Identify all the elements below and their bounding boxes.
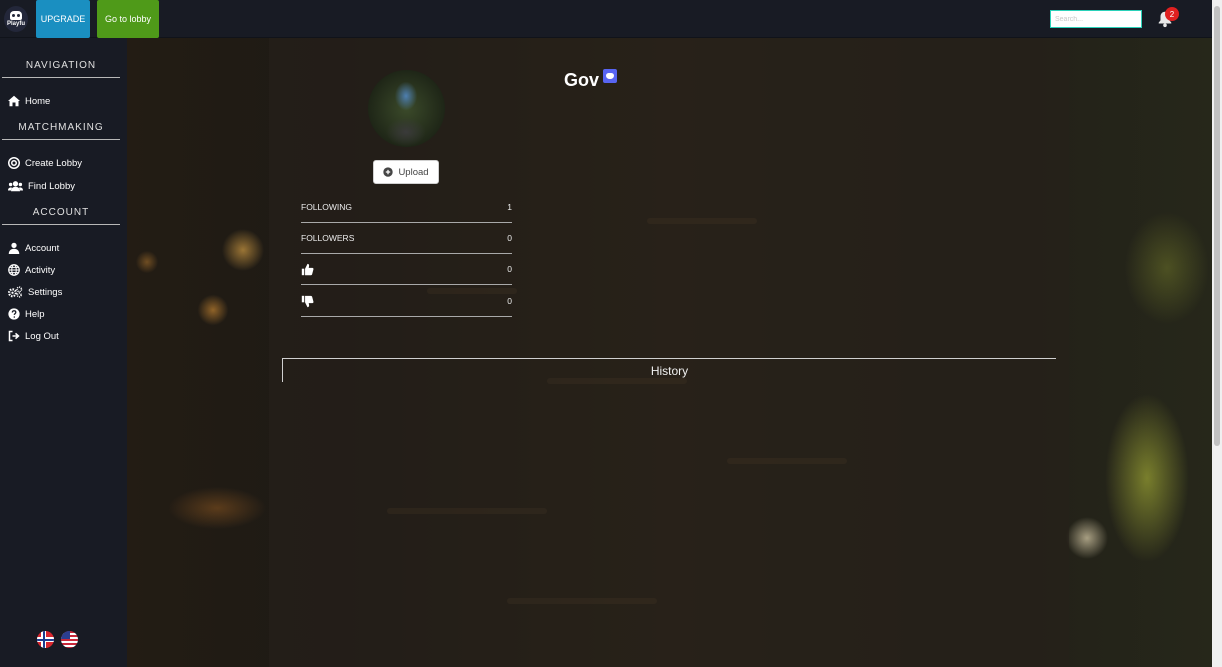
plus-circle-icon <box>383 167 394 177</box>
cogs-icon <box>8 286 23 298</box>
stat-row-likes: 0 <box>301 254 512 285</box>
sidebar-item-label: Create Lobby <box>25 157 83 169</box>
stat-value: 1 <box>507 202 512 212</box>
upgrade-button[interactable]: UPGRADE <box>36 0 90 38</box>
sidebar-item-account[interactable]: Account <box>8 240 59 256</box>
sidebar-item-find-lobby[interactable]: Find Lobby <box>8 178 75 194</box>
sidebar-item-help[interactable]: Help <box>8 306 45 322</box>
sidebar-item-log-out[interactable]: Log Out <box>8 328 59 344</box>
user-icon <box>8 242 20 254</box>
stat-value: 0 <box>507 296 512 306</box>
upload-label: Upload <box>398 166 429 178</box>
logo-text: Playfu <box>6 21 25 27</box>
sidebar-item-settings[interactable]: Settings <box>8 284 62 300</box>
usa-flag-icon[interactable] <box>61 631 78 648</box>
stat-value: 0 <box>507 264 512 274</box>
users-icon <box>8 181 23 192</box>
upload-button[interactable]: Upload <box>373 160 439 184</box>
sidebar-item-label: Find Lobby <box>28 180 76 192</box>
thumbs-up-icon <box>301 263 314 275</box>
sidebar-item-activity[interactable]: Activity <box>8 262 55 278</box>
gamepad-icon <box>10 11 22 20</box>
thumbs-down-icon <box>301 295 314 307</box>
history-label: History <box>650 363 689 378</box>
stat-label: FOLLOWING <box>301 202 353 212</box>
discord-icon[interactable] <box>603 68 618 83</box>
top-bar: Playfu UPGRADE Go to lobby 2 <box>0 0 1212 38</box>
norway-flag-icon[interactable] <box>37 631 54 648</box>
sidebar-item-label: Home <box>25 95 51 107</box>
sidebar-item-label: Activity <box>25 264 56 276</box>
target-icon <box>8 157 20 169</box>
section-title-account: ACCOUNT <box>2 207 120 225</box>
globe-icon <box>8 264 20 276</box>
stat-label: FOLLOWERS <box>301 233 355 243</box>
scrollbar-thumb[interactable] <box>1214 6 1220 446</box>
go-to-lobby-button[interactable]: Go to lobby <box>97 0 159 38</box>
stat-row-following[interactable]: FOLLOWING 1 <box>301 192 512 223</box>
stat-value: 0 <box>507 233 512 243</box>
language-selector <box>37 631 78 648</box>
question-icon <box>8 308 20 320</box>
page-scrollbar[interactable] <box>1212 0 1222 667</box>
stat-row-followers[interactable]: FOLLOWERS 0 <box>301 223 512 254</box>
sign-out-icon <box>8 330 20 342</box>
stat-row-dislikes: 0 <box>301 286 512 317</box>
app-logo[interactable]: Playfu <box>4 6 28 32</box>
avatar <box>368 70 445 147</box>
sidebar: NAVIGATION Home MATCHMAKING Create Lobby… <box>0 38 127 667</box>
section-title-navigation: NAVIGATION <box>2 60 120 78</box>
sidebar-item-home[interactable]: Home <box>8 93 50 109</box>
sidebar-item-label: Account <box>25 242 60 254</box>
username-text: Gov <box>564 70 600 90</box>
sidebar-item-create-lobby[interactable]: Create Lobby <box>8 155 82 171</box>
history-section-header[interactable]: History <box>282 358 1056 382</box>
sidebar-item-label: Settings <box>28 286 63 298</box>
search-input[interactable] <box>1050 10 1142 28</box>
home-icon <box>8 95 20 107</box>
section-title-matchmaking: MATCHMAKING <box>2 122 120 140</box>
sidebar-item-label: Help <box>25 308 45 320</box>
sidebar-item-label: Log Out <box>25 330 59 342</box>
notification-badge: 2 <box>1165 7 1179 21</box>
profile-username: Gov <box>564 68 618 91</box>
